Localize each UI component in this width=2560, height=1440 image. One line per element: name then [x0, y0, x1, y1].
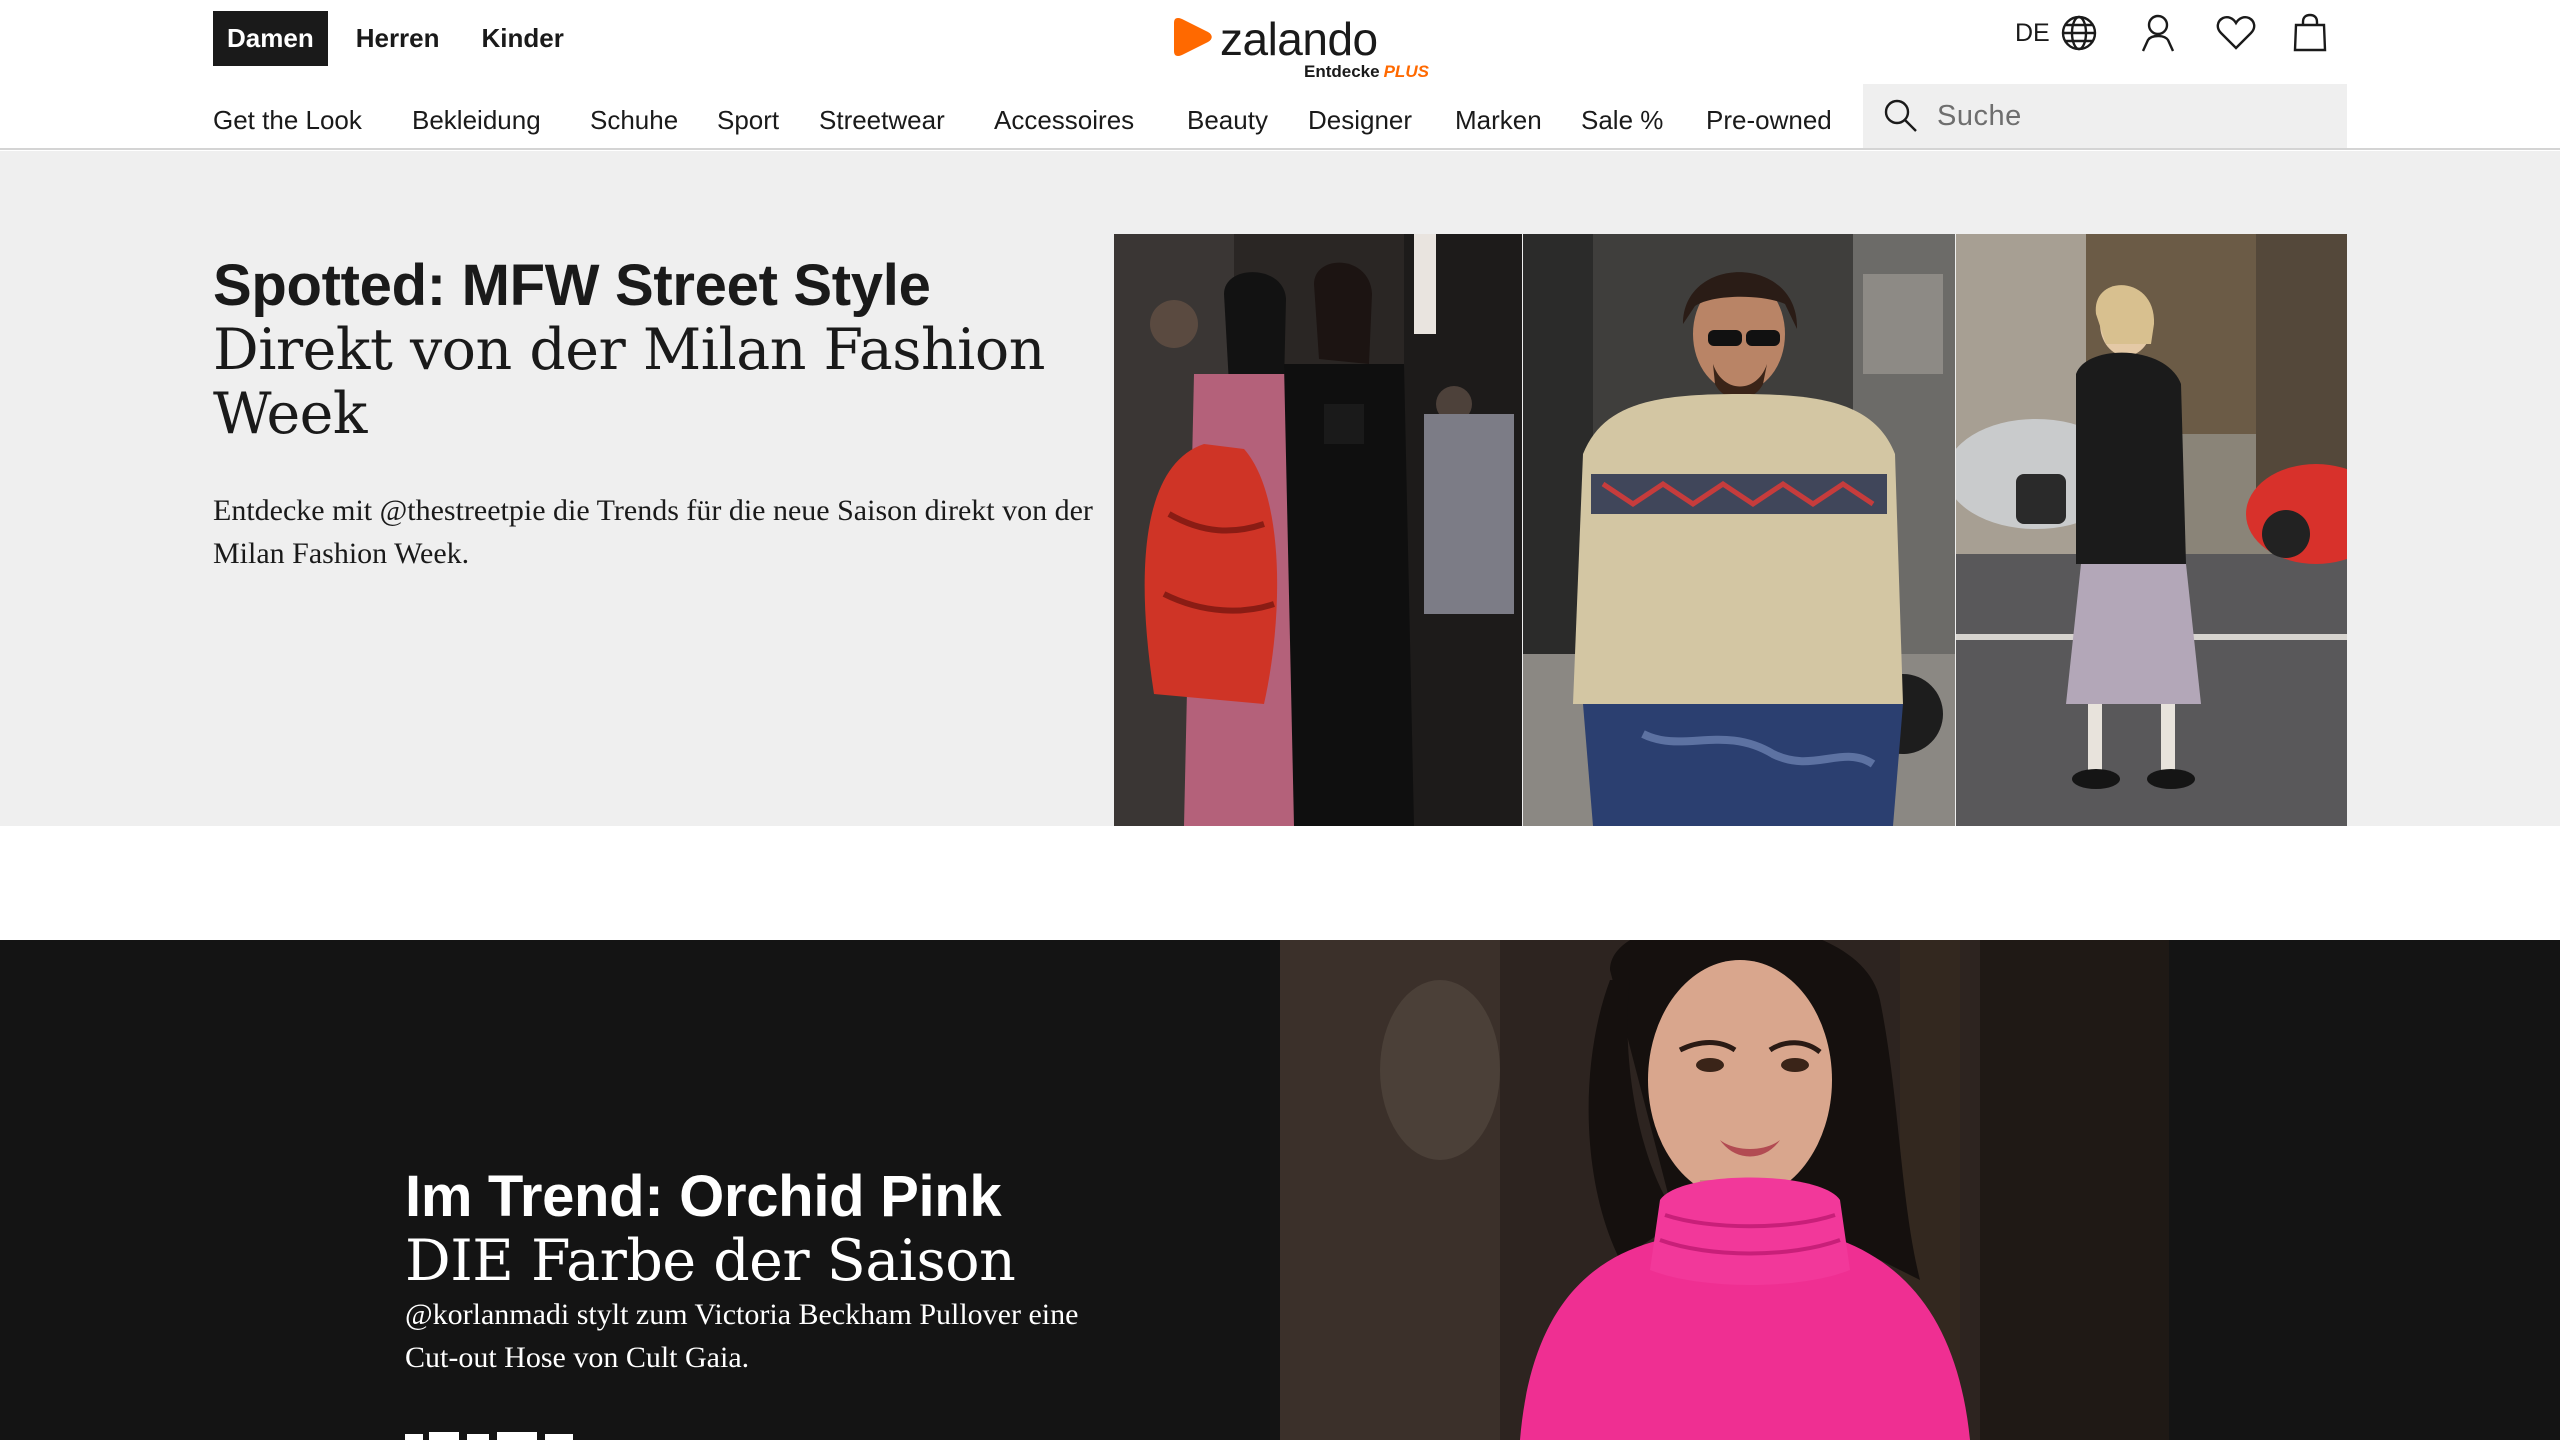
- logo-subline: Entdecke PLUS: [1304, 62, 1429, 82]
- bag-icon[interactable]: [2292, 13, 2328, 53]
- teaser-street-style-subline: Direkt von der Milan Fashion Week: [213, 317, 1045, 447]
- nav-streetwear[interactable]: Streetwear: [819, 100, 945, 140]
- teaser-street-style-headline: Spotted: MFW Street Style: [213, 253, 931, 318]
- nav-marken[interactable]: Marken: [1455, 100, 1542, 140]
- teaser-orchid-pink[interactable]: Im Trend: Orchid Pink DIE Farbe der Sais…: [0, 940, 2560, 1440]
- teaser-orchid-pink-headline: Im Trend: Orchid Pink: [405, 1164, 1002, 1229]
- nav-bekleidung[interactable]: Bekleidung: [412, 100, 541, 140]
- heart-icon[interactable]: [2216, 15, 2256, 51]
- site-header: Damen Herren Kinder zalando Entdecke PLUS…: [0, 0, 2560, 150]
- tab-kinder[interactable]: Kinder: [468, 11, 578, 66]
- logo-wordmark: zalando: [1220, 13, 1378, 65]
- street-style-photos[interactable]: [1114, 234, 2347, 826]
- teaser-orchid-pink-body: @korlanmadi stylt zum Victoria Beckham P…: [405, 1298, 1079, 1374]
- teaser-orchid-pink-text: Im Trend: Orchid Pink DIE Farbe der Sais…: [405, 1165, 1105, 1379]
- search-icon[interactable]: [1883, 98, 1919, 134]
- globe-icon[interactable]: [2060, 14, 2098, 52]
- nav-accessoires[interactable]: Accessoires: [994, 100, 1134, 140]
- header-actions: DE: [2015, 8, 2328, 58]
- zalando-logo-mark: [1174, 18, 1212, 56]
- nav-sale[interactable]: Sale %: [1581, 100, 1663, 140]
- search-bar[interactable]: [1863, 84, 2347, 148]
- language-label[interactable]: DE: [2015, 19, 2050, 48]
- street-style-photo-1[interactable]: [1114, 234, 1522, 826]
- logo-sub-text: Entdecke: [1304, 62, 1380, 81]
- teaser-orchid-pink-subline: DIE Farbe der Saison: [405, 1228, 1016, 1294]
- tab-herren[interactable]: Herren: [342, 11, 454, 66]
- nav-beauty[interactable]: Beauty: [1187, 100, 1268, 140]
- tab-damen[interactable]: Damen: [213, 11, 328, 66]
- logo-plus: PLUS: [1383, 62, 1429, 81]
- teaser-street-style-title: Spotted: MFW Street Style Direkt von der…: [213, 253, 1073, 447]
- nav-pre-owned[interactable]: Pre-owned: [1706, 100, 1832, 140]
- street-style-photo-2[interactable]: [1523, 234, 1955, 826]
- zalando-logo[interactable]: zalando Entdecke PLUS: [1172, 12, 1442, 81]
- user-icon[interactable]: [2140, 13, 2176, 53]
- nav-schuhe[interactable]: Schuhe: [590, 100, 678, 140]
- teaser-street-style-body: Entdecke mit @thestreetpie die Trends fü…: [213, 494, 1093, 570]
- nav-get-the-look[interactable]: Get the Look: [213, 100, 362, 140]
- teaser-street-style[interactable]: Spotted: MFW Street Style Direkt von der…: [0, 151, 2560, 826]
- orchid-pink-photo[interactable]: [1280, 940, 2169, 1440]
- gender-tabs: Damen Herren Kinder: [213, 11, 592, 66]
- search-input[interactable]: [1937, 84, 2337, 148]
- teaser-orchid-pink-cta[interactable]: [405, 1420, 665, 1440]
- street-style-photo-3[interactable]: [1956, 234, 2347, 826]
- nav-sport[interactable]: Sport: [717, 100, 779, 140]
- nav-designer[interactable]: Designer: [1308, 100, 1412, 140]
